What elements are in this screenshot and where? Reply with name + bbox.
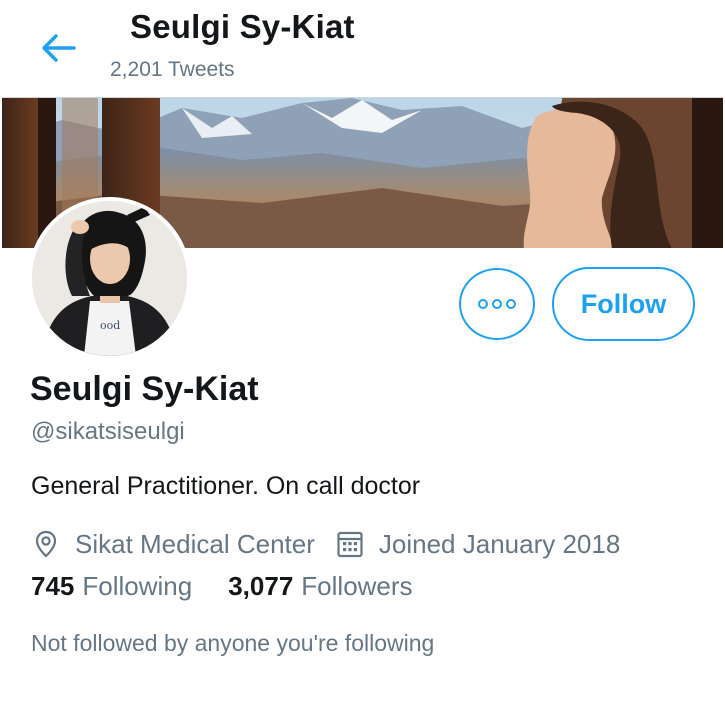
followers-link[interactable]: 3,077 Followers (228, 571, 412, 602)
profile-meta: Sikat Medical Center Joined January 2018 (31, 527, 620, 561)
joined-date-text: Joined January 2018 (378, 528, 621, 559)
followers-count: 3,077 (228, 571, 294, 601)
calendar-icon (335, 529, 365, 559)
arrow-left-icon (42, 34, 76, 62)
location-pin-icon (31, 529, 61, 559)
mutual-followers-note: Not followed by anyone you're following (31, 630, 435, 656)
profile-header: Seulgi Sy-Kiat 2,201 Tweets (0, 0, 725, 97)
follow-stats: 745 Following 3,077 Followers (31, 571, 413, 602)
more-icon (476, 299, 518, 309)
back-button[interactable] (36, 28, 80, 68)
username-handle: @sikatsiseulgi (31, 418, 185, 445)
header-title: Seulgi Sy-Kiat (130, 8, 355, 45)
profile-avatar[interactable]: ood (28, 197, 191, 360)
follow-button[interactable]: Follow (552, 267, 695, 341)
joined-item: Joined January 2018 (335, 529, 620, 560)
tweet-count: 2,201 Tweets (110, 58, 235, 81)
location-item: Sikat Medical Center (31, 529, 315, 560)
following-count: 745 (31, 571, 75, 601)
more-options-button[interactable] (459, 268, 535, 340)
location-text: Sikat Medical Center (75, 528, 315, 559)
following-label: Following (82, 571, 193, 601)
avatar-image: ood (32, 201, 187, 356)
following-link[interactable]: 745 Following (31, 571, 192, 602)
profile-bio: General Practitioner. On call doctor (31, 472, 421, 500)
followers-label: Followers (301, 571, 413, 601)
display-name: Seulgi Sy-Kiat (30, 370, 259, 408)
svg-text:ood: ood (100, 319, 120, 332)
